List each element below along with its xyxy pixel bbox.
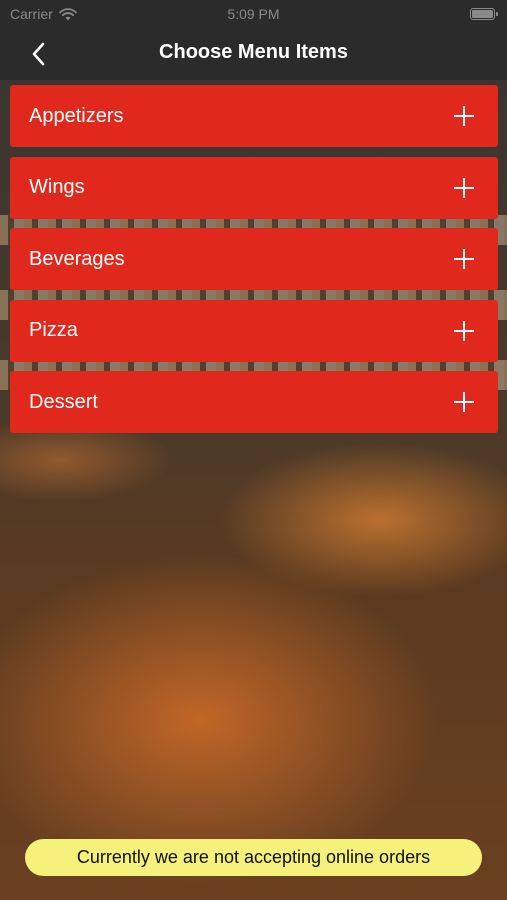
plus-icon [454, 320, 474, 341]
plus-icon [454, 249, 474, 269]
menu-item-beverages[interactable]: Beverages [10, 228, 498, 290]
menu-item-label: Appetizers [29, 104, 124, 127]
menu-item-label: Pizza [29, 319, 78, 341]
status-bar: Carrier 5:09 PM [0, 0, 507, 28]
menu-item-label: Wings [29, 176, 85, 198]
menu-item-appetizers[interactable]: Appetizers [10, 85, 498, 147]
menu-item-label: Beverages [29, 247, 125, 270]
battery-icon [470, 8, 498, 20]
online-orders-notice: Currently we are not accepting online or… [25, 839, 482, 876]
menu-item-dessert[interactable]: Dessert [10, 371, 498, 433]
menu-item-label: Dessert [29, 390, 98, 413]
plus-icon [454, 392, 474, 412]
menu-category-list: Appetizers Wings Beverages Pizza Dessert [10, 85, 498, 443]
menu-item-wings[interactable]: Wings [10, 156, 498, 219]
plus-icon [454, 177, 474, 198]
plus-icon [454, 106, 474, 126]
status-time: 5:09 PM [227, 6, 280, 22]
page-title: Choose Menu Items [159, 41, 348, 63]
nav-bar: Choose Menu Items [0, 28, 507, 80]
menu-item-pizza[interactable]: Pizza [10, 299, 498, 362]
